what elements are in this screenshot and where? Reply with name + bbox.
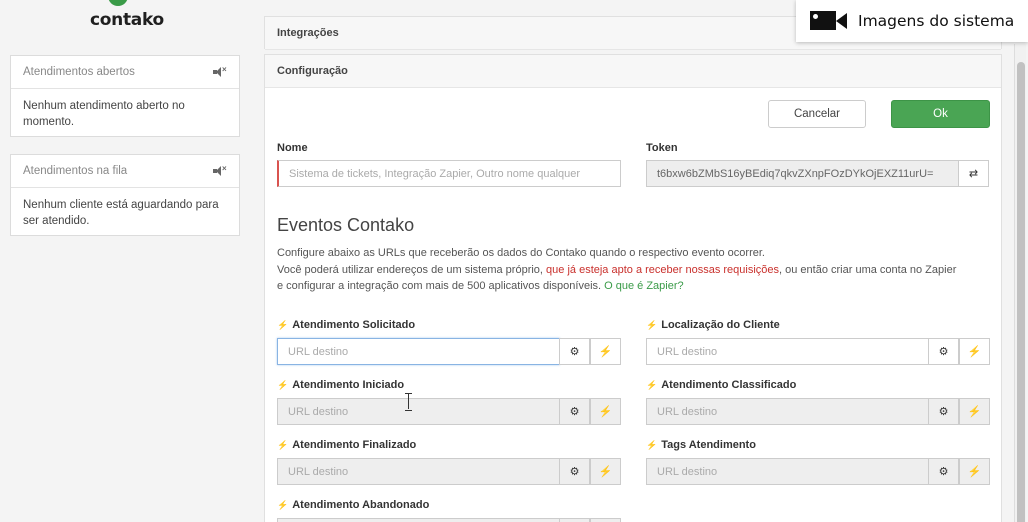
bolt-icon: ⚡: [967, 346, 982, 358]
section-title: Configuração: [265, 55, 1001, 88]
video-camera-icon: [810, 10, 848, 32]
url-input-atendimento-classificado[interactable]: URL destino: [646, 398, 929, 425]
panel-title: Atendimentos abertos: [23, 66, 135, 78]
text-cursor-icon: [405, 393, 413, 411]
url-input-atendimento-solicitado[interactable]: URL destino: [277, 338, 560, 365]
settings-button[interactable]: ⚙: [559, 458, 590, 485]
url-input-atendimento-iniciado[interactable]: URL destino: [277, 398, 560, 425]
panel-atendimentos-abertos: Atendimentos abertos × Nenhum atendiment…: [10, 55, 240, 137]
bolt-icon: ⚡: [277, 440, 289, 450]
panel-header: Atendimentos abertos ×: [11, 56, 239, 89]
panel-body: Nenhum cliente está aguardando para ser …: [23, 199, 219, 227]
requisicoes-link[interactable]: que já esteja apto a receber nossas requ…: [546, 264, 779, 276]
overlay-banner: Imagens do sistema: [796, 0, 1028, 42]
panel-title: Atendimentos na fila: [23, 165, 128, 177]
mute-icon[interactable]: ×: [213, 164, 227, 176]
desc-line-1: Configure abaixo as URLs que receberão o…: [277, 247, 765, 259]
token-label: Token: [646, 142, 678, 154]
settings-button[interactable]: ⚙: [928, 458, 959, 485]
scrollbar[interactable]: [1014, 44, 1026, 522]
settings-button[interactable]: [559, 518, 590, 522]
refresh-icon: ⇄: [968, 168, 979, 180]
event-label: ⚡ Atendimento Classificado: [646, 379, 797, 391]
gear-icon: ⚙: [569, 466, 580, 478]
url-input-atendimento-finalizado[interactable]: URL destino: [277, 458, 560, 485]
event-label: ⚡ Tags Atendimento: [646, 439, 756, 451]
bolt-icon: ⚡: [598, 406, 613, 418]
nome-input[interactable]: Sistema de tickets, Integração Zapier, O…: [277, 160, 621, 187]
event-label: ⚡ Atendimento Solicitado: [277, 319, 416, 331]
bolt-icon: ⚡: [646, 440, 658, 450]
zapier-link[interactable]: O que é Zapier?: [604, 280, 684, 292]
gear-icon: ⚙: [569, 346, 580, 358]
url-input-localizacao-cliente[interactable]: URL destino: [646, 338, 929, 365]
event-label: ⚡ Atendimento Abandonado: [277, 499, 430, 511]
sidebar: contako Atendimentos abertos × Nenhum at…: [0, 0, 250, 522]
bolt-icon: ⚡: [277, 500, 289, 510]
mute-icon[interactable]: ×: [213, 65, 227, 77]
scrollbar-thumb[interactable]: [1017, 62, 1025, 522]
test-button[interactable]: ⚡: [590, 338, 621, 365]
settings-button[interactable]: ⚙: [559, 338, 590, 365]
panel-atendimentos-fila: Atendimentos na fila × Nenhum cliente es…: [10, 154, 240, 236]
panel-header: Atendimentos na fila ×: [11, 155, 239, 188]
event-label: ⚡ Atendimento Finalizado: [277, 439, 417, 451]
bolt-icon: ⚡: [277, 380, 289, 390]
panel-body: Nenhum atendimento aberto no momento.: [23, 100, 185, 128]
ok-button[interactable]: Ok: [891, 100, 990, 128]
bolt-icon: ⚡: [598, 346, 613, 358]
bolt-icon: ⚡: [646, 320, 658, 330]
eventos-title: Eventos Contako: [277, 215, 415, 235]
nome-label: Nome: [277, 142, 308, 154]
logo-text: contako: [90, 10, 164, 30]
test-button[interactable]: ⚡: [959, 398, 990, 425]
event-label: ⚡ Localização do Cliente: [646, 319, 780, 331]
bolt-icon: ⚡: [277, 320, 289, 330]
refresh-token-button[interactable]: ⇄: [958, 160, 989, 187]
token-field: t6bxw6bZMbS16yBEdiq7qkvZXnpFOzDYkOjEXZ11…: [646, 160, 959, 187]
bolt-icon: ⚡: [598, 466, 613, 478]
bolt-icon: ⚡: [967, 466, 982, 478]
test-button[interactable]: [590, 518, 621, 522]
event-label: ⚡ Atendimento Iniciado: [277, 379, 405, 391]
test-button[interactable]: ⚡: [590, 458, 621, 485]
overlay-text: Imagens do sistema: [858, 12, 1015, 30]
gear-icon: ⚙: [938, 406, 949, 418]
test-button[interactable]: ⚡: [959, 338, 990, 365]
settings-button[interactable]: ⚙: [559, 398, 590, 425]
gear-icon: ⚙: [569, 406, 580, 418]
configuracao-section: Configuração Cancelar Ok Nome Sistema de…: [264, 54, 1002, 522]
url-input-atendimento-abandonado[interactable]: [277, 518, 560, 522]
cancel-button[interactable]: Cancelar: [768, 100, 866, 128]
bolt-icon: ⚡: [967, 406, 982, 418]
logo-bubble-icon: [108, 0, 128, 6]
bolt-icon: ⚡: [646, 380, 658, 390]
test-button[interactable]: ⚡: [590, 398, 621, 425]
eventos-description: Configure abaixo as URLs que receberão o…: [277, 245, 997, 295]
settings-button[interactable]: ⚙: [928, 398, 959, 425]
gear-icon: ⚙: [938, 346, 949, 358]
url-input-tags-atendimento[interactable]: URL destino: [646, 458, 929, 485]
desc-line-2: Você poderá utilizar endereços de um sis…: [277, 263, 957, 276]
desc-line-3: e configurar a integração com mais de 50…: [277, 280, 684, 292]
test-button[interactable]: ⚡: [959, 458, 990, 485]
settings-button[interactable]: ⚙: [928, 338, 959, 365]
gear-icon: ⚙: [938, 466, 949, 478]
